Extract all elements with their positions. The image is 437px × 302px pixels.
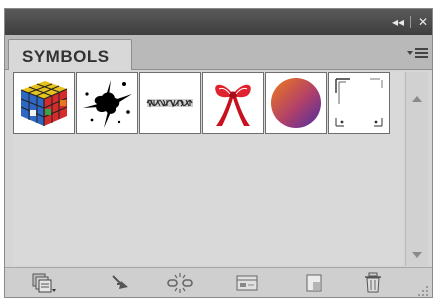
gradient-sphere-symbol[interactable] [265,72,327,134]
symbols-grid [13,72,391,134]
symbol-libraries-menu-icon[interactable] [31,272,57,294]
panel-footer-toolbar [5,267,432,297]
corner-frame-symbol[interactable] [328,72,390,134]
place-symbol-instance-icon[interactable] [108,272,134,294]
tab-symbols-label: SYMBOLS [22,47,110,66]
close-panel-icon[interactable]: ✕ [414,13,432,31]
scroll-up-icon[interactable] [411,94,423,104]
symbol-options-icon[interactable] [234,272,260,294]
scribble-text-symbol[interactable] [139,72,201,134]
delete-symbol-icon[interactable] [360,272,386,294]
symbols-list-area[interactable] [13,72,403,266]
break-link-icon[interactable] [166,272,193,294]
title-bar-divider [410,16,411,28]
frame-icon [335,78,383,127]
scroll-down-icon[interactable] [411,250,423,260]
splatter-symbol[interactable] [76,72,138,134]
symbols-panel: ◂◂ ✕ SYMBOLS [4,8,433,298]
panel-title-bar[interactable]: ◂◂ ✕ [5,9,432,35]
cube-icon [20,81,68,126]
splatter-icon [83,80,132,128]
tab-symbols[interactable]: SYMBOLS [8,39,132,70]
panel-menu-icon[interactable] [406,45,430,61]
vertical-scrollbar[interactable] [405,72,428,266]
scribble-icon [146,99,193,108]
collapse-panel-icon[interactable]: ◂◂ [389,13,407,31]
sphere-icon [271,78,321,128]
resize-grip-icon[interactable] [417,284,429,296]
new-symbol-icon[interactable] [301,272,327,294]
bow-icon [215,84,251,126]
red-ribbon-bow-symbol[interactable] [202,72,264,134]
rubiks-cube-symbol[interactable] [13,72,75,134]
tab-row: SYMBOLS [5,35,432,70]
